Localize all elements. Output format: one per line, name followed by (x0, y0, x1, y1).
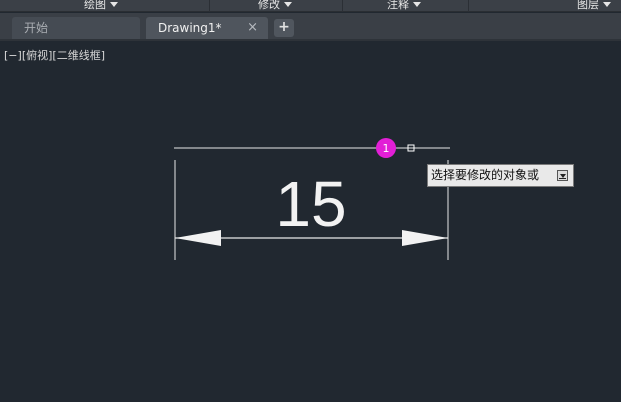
tab-drawing1[interactable]: Drawing1* × (146, 17, 268, 39)
layers-panel[interactable]: 图层 (470, 0, 621, 12)
layers-panel-title[interactable]: 图层 (577, 0, 611, 12)
viewport-view[interactable]: [俯视] (22, 49, 53, 62)
viewport-minus[interactable]: [−] (4, 49, 22, 62)
ribbon-panel-bar: 绘图 修改 注释 图层 (0, 0, 621, 12)
annotate-panel[interactable]: 注释 (344, 0, 469, 12)
draw-panel[interactable]: 绘图 (0, 0, 210, 12)
new-tab-button[interactable]: + (274, 19, 294, 37)
viewport-controls[interactable]: [−][俯视][二维线框] (4, 47, 105, 63)
drawing-svg: 15 1 (174, 138, 450, 260)
close-icon[interactable]: × (247, 17, 258, 39)
modify-panel-title[interactable]: 修改 (258, 0, 292, 12)
viewport-visual-style[interactable]: [二维线框] (52, 49, 105, 62)
draw-panel-title[interactable]: 绘图 (84, 0, 118, 12)
drawing-canvas[interactable]: 15 1 (0, 41, 621, 402)
grip-number: 1 (383, 142, 390, 155)
modify-panel[interactable]: 修改 (211, 0, 343, 12)
tooltip-text: 选择要修改的对象或 (431, 168, 540, 182)
command-prompt-tooltip: 选择要修改的对象或 (427, 164, 574, 187)
annotate-panel-title[interactable]: 注释 (387, 0, 421, 12)
arrowhead-left (175, 230, 221, 246)
dimension-text[interactable]: 15 (275, 168, 346, 240)
chevron-down-icon (413, 2, 421, 7)
chevron-down-icon (603, 2, 611, 7)
file-tab-bar: 开始 Drawing1* × + (0, 13, 621, 39)
arrowhead-right (402, 230, 448, 246)
chevron-down-icon (110, 2, 118, 7)
options-dropdown-icon[interactable] (557, 170, 568, 181)
tab-start[interactable]: 开始 (12, 17, 140, 39)
chevron-down-icon (284, 2, 292, 7)
